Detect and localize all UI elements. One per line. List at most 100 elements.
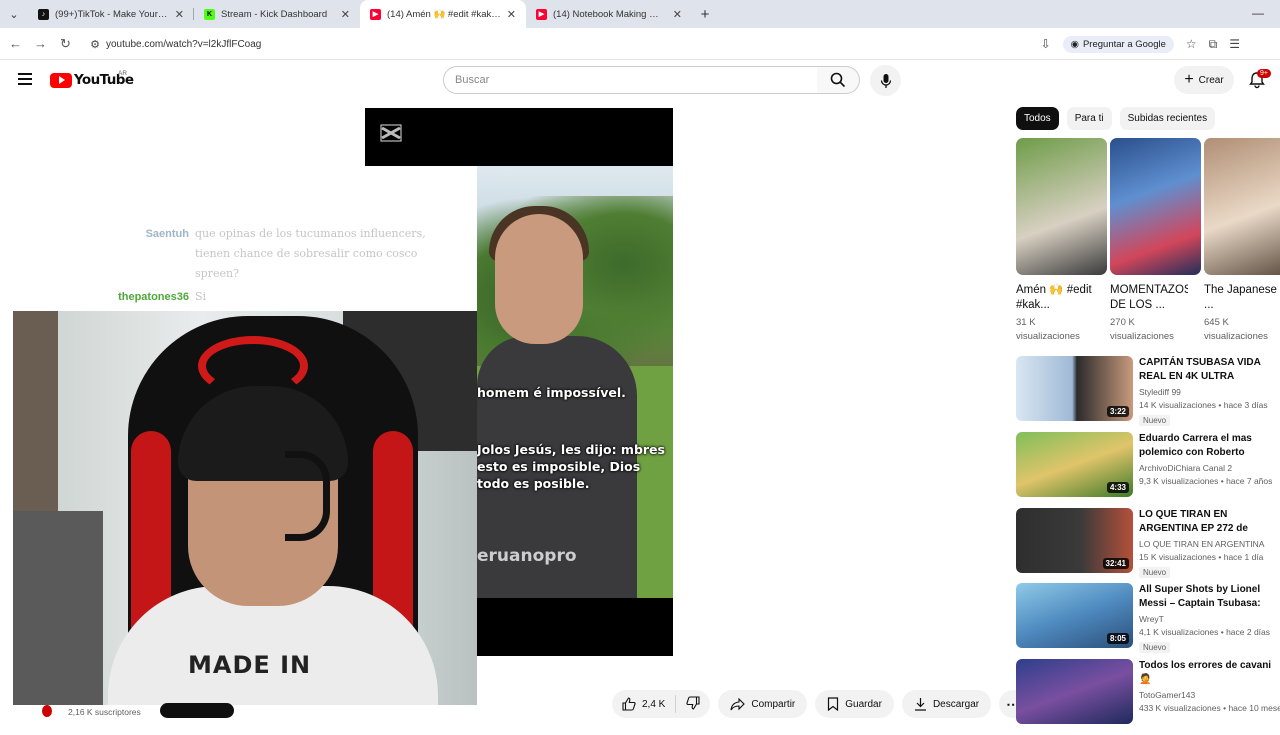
close-tab-icon[interactable]: ✕ [175, 8, 184, 21]
video-channel[interactable]: WreyT [1139, 614, 1280, 624]
video-thumbnail[interactable]: 8:05 [1016, 583, 1133, 649]
short-item[interactable]: The Japanese ... 645 K visualizaciones [1204, 138, 1280, 344]
tab-title: (99+)TikTok - Make Your Day [55, 8, 169, 20]
browser-tab-tiktok[interactable]: ♪ (99+)TikTok - Make Your Day ✕ [28, 0, 194, 28]
video-title[interactable]: LO QUE TIRAN EN ARGENTINA EP 272 de NOCH… [1139, 508, 1280, 536]
video-channel[interactable]: Stylediff 99 [1139, 387, 1280, 397]
dislike-button[interactable] [676, 695, 710, 713]
share-label: Compartir [751, 698, 796, 710]
voice-search-button[interactable] [870, 65, 901, 96]
related-videos-list: 3:22 CAPITÁN TSUBASA VIDA REAL EN 4K ULT… [1016, 356, 1280, 735]
extensions-icon[interactable]: ⧉ [1209, 37, 1218, 52]
video-thumbnail[interactable]: 3:22 [1016, 356, 1133, 421]
short-thumbnail[interactable] [1016, 138, 1107, 275]
share-button[interactable]: Compartir [718, 690, 808, 718]
like-button[interactable]: 2,4 K [612, 695, 677, 713]
video-caption-portuguese: homem é impossível. [477, 385, 626, 400]
search-button[interactable] [817, 66, 860, 94]
country-code: AR [118, 70, 128, 77]
create-button[interactable]: + Crear [1174, 66, 1234, 94]
webcam-bookshelf [13, 311, 58, 511]
short-item[interactable]: MOMENTAZOS DE LOS ... 270 K visualizacio… [1110, 138, 1280, 344]
reload-icon[interactable]: ↻ [53, 36, 78, 52]
chip-para-ti[interactable]: Para ti [1066, 107, 1112, 130]
video-meta: 15 K visualizaciones • hace 1 día [1139, 551, 1264, 562]
notification-count-badge: 9+ [1257, 69, 1271, 78]
subscribe-button[interactable] [160, 703, 234, 718]
browser-tab-kick[interactable]: K Stream - Kick Dashboard ✕ [194, 0, 360, 28]
forward-arrow-icon[interactable]: → [28, 36, 53, 51]
address-bar[interactable]: ⚙ youtube.com/watch?v=l2kJflFCoag ⇩ ◉ Pre… [84, 31, 1254, 57]
video-duration: 4:33 [1106, 481, 1129, 493]
video-thumbnail[interactable]: 4:33 [1016, 431, 1133, 497]
create-label: Crear [1198, 74, 1224, 86]
short-thumbnail[interactable] [1204, 138, 1280, 275]
back-arrow-icon[interactable]: ← [3, 36, 28, 51]
short-title[interactable]: Amén 🙌 #edit #kak... [1016, 283, 1094, 313]
video-meta: 14 K visualizaciones • hace 3 días [1139, 400, 1268, 410]
search-input[interactable]: Buscar [443, 66, 818, 94]
short-thumbnail[interactable] [1110, 138, 1201, 275]
related-video-item[interactable]: 4:33 Eduardo Carrera el mas polemico con… [1016, 431, 1280, 504]
youtube-icon: ▶ [536, 8, 547, 20]
short-views: 270 K visualizaciones [1110, 317, 1174, 342]
browser-tab-youtube-notebook[interactable]: ▶ (14) Notebook Making 📓 #ash ✕ [526, 0, 692, 28]
short-title[interactable]: MOMENTAZOS DE LOS ... [1110, 283, 1188, 313]
browser-toolbar: ← → ↻ ⚙ youtube.com/watch?v=l2kJflFCoag … [0, 28, 1280, 60]
video-channel[interactable]: TotoGamer143 [1139, 690, 1280, 700]
site-info-icon[interactable]: ⚙ [84, 38, 106, 51]
kick-icon: K [204, 8, 215, 20]
side-panel-icon[interactable]: ☰ [1229, 37, 1240, 51]
close-tab-icon[interactable]: ✕ [673, 8, 682, 21]
video-meta: 4,1 K visualizaciones • hace 2 días [1139, 627, 1271, 638]
video-caption-spanish: Jolos Jesús, les dijo: mbres esto es imp… [477, 442, 665, 491]
tab-search-menu-icon[interactable]: ⌄ [0, 0, 28, 28]
install-app-icon[interactable]: ⇩ [1041, 37, 1051, 51]
minimize-window-icon[interactable]: — [1252, 6, 1264, 20]
chip-todos[interactable]: Todos [1016, 107, 1059, 130]
bookmark-star-icon[interactable]: ☆ [1186, 37, 1197, 51]
video-title[interactable]: Todos los errores de cavani 🤦 [1139, 659, 1280, 687]
video-duration: 8:05 [1106, 633, 1129, 645]
chip-subidas-recientes[interactable]: Subidas recientes [1119, 107, 1216, 130]
download-button[interactable]: Descargar [901, 690, 992, 718]
close-tab-icon[interactable]: ✕ [507, 8, 516, 21]
video-letterbox-top [365, 108, 673, 166]
tab-title: (14) Amén 🙌 #edit #kaká #fut [387, 8, 501, 20]
video-channel[interactable]: LO QUE TIRAN EN ARGENTINA [1139, 539, 1280, 549]
video-watermark: eruanopro [477, 546, 577, 566]
close-tab-icon[interactable]: ✕ [341, 8, 350, 21]
search-icon [830, 72, 846, 88]
video-channel[interactable]: ArchivoDiChiara Canal 2 [1139, 463, 1280, 473]
channel-avatar[interactable] [42, 705, 52, 717]
like-count: 2,4 K [642, 698, 666, 710]
ask-google-button[interactable]: ◉ Preguntar a Google [1062, 35, 1174, 53]
new-badge: Nuevo [1139, 566, 1171, 578]
download-icon [914, 698, 926, 711]
short-item[interactable]: Amén 🙌 #edit #kak... 31 K visualizacione… [1016, 138, 1280, 344]
webcam-couch [13, 511, 103, 705]
youtube-play-logo-icon [50, 72, 72, 88]
video-title[interactable]: Eduardo Carrera el mas polemico con Robe… [1139, 432, 1280, 460]
youtube-header: YouTube AR Buscar + Crear 9+ [0, 60, 1280, 100]
related-video-item[interactable]: 8:05 All Super Shots by Lionel Messi – C… [1016, 583, 1280, 655]
tab-title: Stream - Kick Dashboard [221, 8, 328, 20]
video-thumbnail[interactable] [1016, 659, 1133, 725]
new-tab-button[interactable]: + [692, 6, 718, 23]
video-title[interactable]: CAPITÁN TSUBASA VIDA REAL EN 4K ULTRA RE… [1139, 356, 1280, 384]
bookmark-icon [828, 697, 839, 711]
video-player[interactable]: homem é impossível. Jolos Jesús, les dij… [477, 166, 673, 598]
video-thumbnail[interactable]: 32:41 [1016, 507, 1133, 573]
video-title[interactable]: All Super Shots by Lionel Messi – Captai… [1139, 583, 1280, 611]
save-button[interactable]: Guardar [815, 690, 894, 718]
url-text[interactable]: youtube.com/watch?v=l2kJflFCoag [106, 39, 1041, 50]
related-video-item[interactable]: 32:41 LO QUE TIRAN EN ARGENTINA EP 272 d… [1016, 507, 1280, 580]
short-title[interactable]: The Japanese ... [1204, 283, 1280, 313]
browser-tab-youtube-active[interactable]: ▶ (14) Amén 🙌 #edit #kaká #fut ✕ [360, 0, 526, 28]
plus-icon: + [1184, 71, 1194, 88]
subscriber-count: 2,16 K suscriptores [68, 707, 141, 717]
video-duration: 3:22 [1106, 406, 1129, 417]
streamer-webcam: MADE IN [13, 311, 477, 705]
hamburger-menu-icon[interactable] [18, 73, 32, 88]
related-video-item[interactable]: 3:22 CAPITÁN TSUBASA VIDA REAL EN 4K ULT… [1016, 356, 1280, 428]
